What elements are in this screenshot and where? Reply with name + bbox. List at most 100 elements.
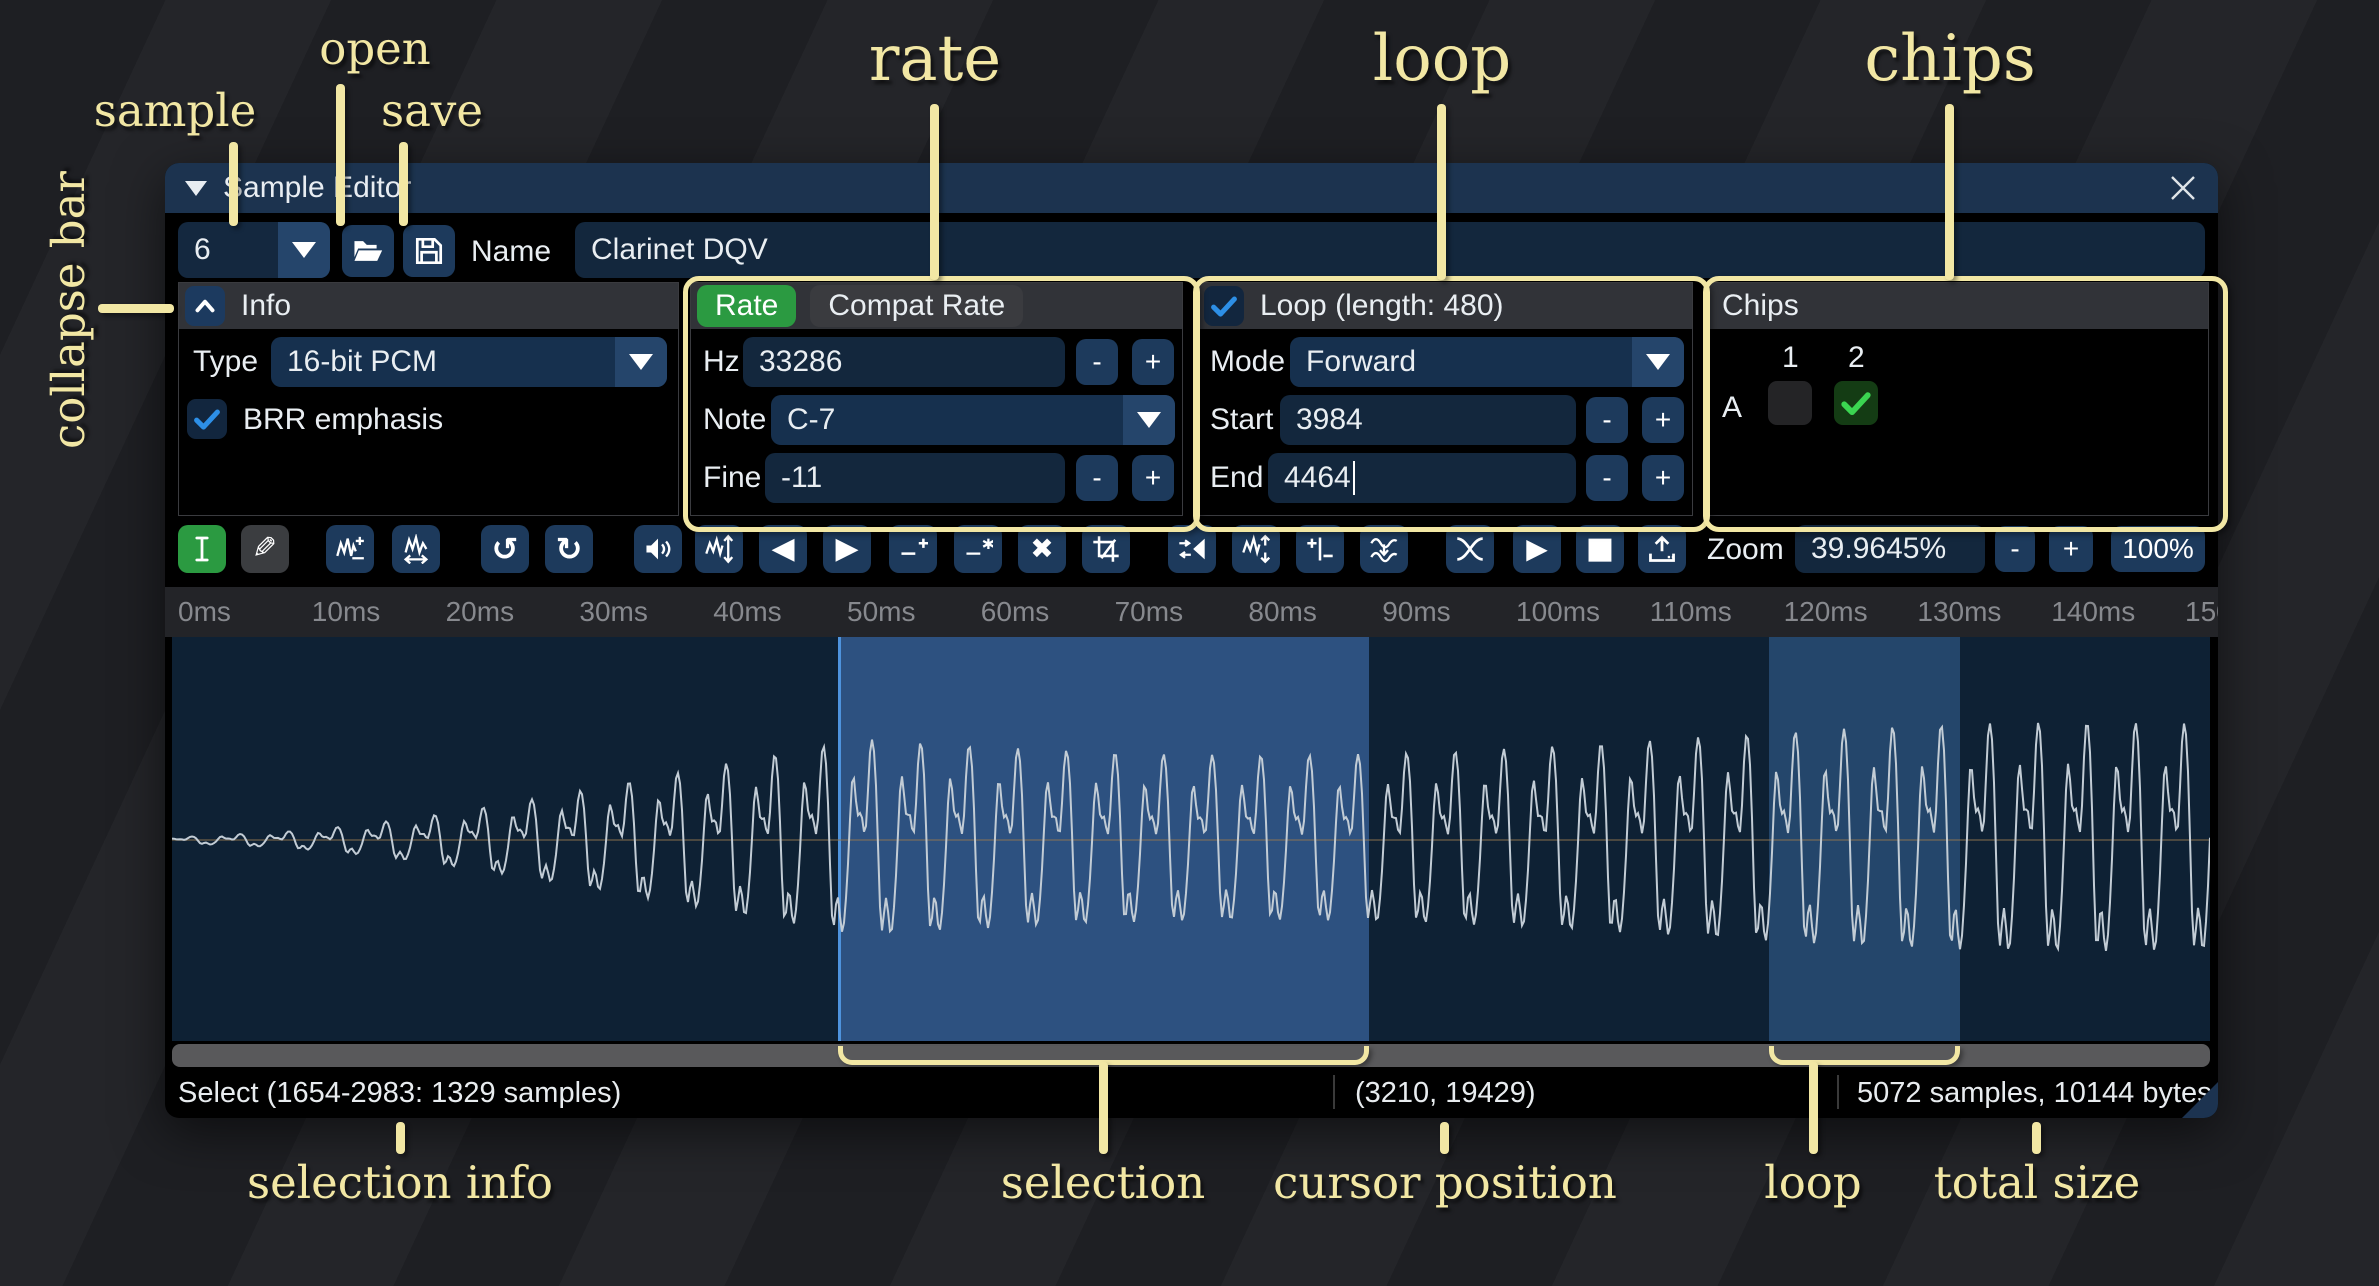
loop-mode-select[interactable]: Forward — [1290, 337, 1684, 387]
annotation-save: save — [381, 84, 483, 137]
sample-selector-value: 6 — [194, 233, 211, 267]
fade-out-button[interactable] — [823, 525, 871, 573]
loop-end-label: End — [1210, 461, 1263, 495]
time-ruler[interactable]: 0ms10ms20ms30ms40ms50ms60ms70ms80ms90ms1… — [165, 587, 2218, 637]
fine-decrease-button[interactable]: - — [1076, 455, 1118, 501]
chevron-down-icon[interactable] — [615, 337, 667, 387]
loop-bracket — [1769, 1046, 1961, 1065]
status-bar: Select (1654-2983: 1329 samples) (3210, … — [165, 1067, 2218, 1118]
title-bar[interactable]: Sample Editor — [165, 163, 2218, 213]
speaker-icon — [643, 534, 673, 564]
sample-editor-window: Sample Editor 6 Name Clarinet DQV Info — [165, 163, 2218, 1118]
fine-label: Fine — [703, 461, 761, 495]
normalize-button[interactable] — [695, 525, 743, 573]
collapse-info-button[interactable] — [185, 286, 225, 326]
fade-in-button[interactable] — [759, 525, 807, 573]
apply-filter-button[interactable] — [1360, 525, 1408, 573]
import-sample-button[interactable] — [1638, 525, 1686, 573]
stop-preview-button[interactable] — [1576, 525, 1624, 573]
annotation-rate: rate — [869, 22, 1001, 96]
zoom-out-button[interactable]: - — [1995, 526, 2035, 572]
loop-start-decrease-button[interactable]: - — [1586, 397, 1628, 443]
chip-1-checkbox[interactable] — [1768, 381, 1812, 425]
hz-decrease-button[interactable]: - — [1076, 339, 1118, 385]
loop-start-input[interactable]: 3984 — [1280, 395, 1576, 445]
ruler-tick-label: 40ms — [713, 596, 781, 628]
ruler-tick-label: 10ms — [312, 596, 380, 628]
note-label: Note — [703, 403, 766, 437]
type-select[interactable]: 16-bit PCM — [271, 337, 667, 387]
chip-column-1: 1 — [1782, 341, 1799, 375]
annotation-line — [2032, 1122, 2041, 1154]
annotation-line — [396, 1122, 405, 1154]
zoom-input[interactable]: 39.9645% — [1795, 525, 1985, 573]
signed-unsigned-button[interactable] — [1296, 525, 1344, 573]
sample-name-input[interactable]: Clarinet DQV — [575, 222, 2205, 278]
resize-button[interactable] — [326, 525, 374, 573]
zoom-reset-button[interactable]: 100% — [2111, 526, 2205, 572]
crop-icon — [1091, 534, 1121, 564]
trim-button[interactable] — [1082, 525, 1130, 573]
tab-rate[interactable]: Rate — [697, 285, 796, 327]
apply-silence-button[interactable] — [954, 525, 1002, 573]
open-sample-button[interactable] — [342, 225, 394, 277]
undo-button[interactable] — [481, 525, 529, 573]
loop-start-increase-button[interactable]: + — [1642, 397, 1684, 443]
annotation-open: open — [319, 22, 431, 75]
loop-start-label: Start — [1210, 403, 1273, 437]
fine-increase-button[interactable]: + — [1132, 455, 1174, 501]
brr-emphasis-checkbox[interactable] — [187, 399, 227, 439]
resize-grip[interactable] — [2182, 1082, 2218, 1118]
note-select[interactable]: C-7 — [771, 395, 1175, 445]
filter-wave-icon — [1369, 534, 1399, 564]
toolbar: Zoom 39.9645% - + 100% — [165, 520, 2218, 584]
chevron-down-icon[interactable] — [1123, 395, 1175, 445]
preview-sample-button[interactable] — [1513, 525, 1561, 573]
reverse-button[interactable] — [1168, 525, 1216, 573]
tab-compat-rate[interactable]: Compat Rate — [810, 285, 1023, 327]
sample-selector[interactable]: 6 — [178, 222, 330, 278]
loop-end-decrease-button[interactable]: - — [1586, 455, 1628, 501]
wave-updown-icon — [704, 534, 734, 564]
wave-plus-icon — [335, 534, 365, 564]
edit-mode-select-button[interactable] — [178, 525, 226, 573]
crossfade-button[interactable] — [1446, 525, 1494, 573]
loop-enable-checkbox[interactable] — [1204, 286, 1244, 326]
annotation-loop: loop — [1373, 22, 1512, 96]
wave-invert-icon — [1241, 534, 1271, 564]
ruler-tick-label: 50ms — [847, 596, 915, 628]
waveform-display[interactable] — [172, 637, 2210, 1041]
ruler-tick-label: 30ms — [579, 596, 647, 628]
redo-button[interactable] — [545, 525, 593, 573]
annotation-selection-info: selection info — [247, 1156, 553, 1209]
wave-stretch-icon — [401, 534, 431, 564]
fine-input[interactable]: -11 — [765, 453, 1065, 503]
window-collapse-icon[interactable] — [185, 181, 207, 196]
chip-2-checkbox[interactable] — [1834, 381, 1878, 425]
zoom-in-button[interactable]: + — [2049, 526, 2093, 572]
invert-button[interactable] — [1232, 525, 1280, 573]
save-sample-button[interactable] — [403, 225, 455, 277]
close-icon[interactable] — [2164, 169, 2202, 207]
annotation-line — [336, 84, 345, 226]
annotation-line — [1440, 1122, 1449, 1154]
annotation-line — [98, 304, 174, 313]
delete-button[interactable] — [1018, 525, 1066, 573]
ruler-tick-label: 110ms — [1650, 596, 1732, 628]
hz-input[interactable]: 33286 — [743, 337, 1065, 387]
loop-end-input[interactable]: 4464 — [1268, 453, 1576, 503]
floppy-disk-icon — [413, 235, 445, 267]
chips-panel: Chips 1 2 A — [1707, 282, 2209, 516]
text-caret — [1353, 461, 1355, 495]
hz-increase-button[interactable]: + — [1132, 339, 1174, 385]
amplify-button[interactable] — [634, 525, 682, 573]
chevron-down-icon[interactable] — [278, 222, 330, 278]
insert-silence-button[interactable] — [889, 525, 937, 573]
edit-mode-draw-button[interactable] — [241, 525, 289, 573]
resample-button[interactable] — [392, 525, 440, 573]
loop-end-increase-button[interactable]: + — [1642, 455, 1684, 501]
info-panel-title: Info — [241, 289, 291, 323]
annotation-selection: selection — [1001, 1156, 1206, 1209]
chevron-down-icon[interactable] — [1632, 337, 1684, 387]
mode-label: Mode — [1210, 345, 1285, 379]
